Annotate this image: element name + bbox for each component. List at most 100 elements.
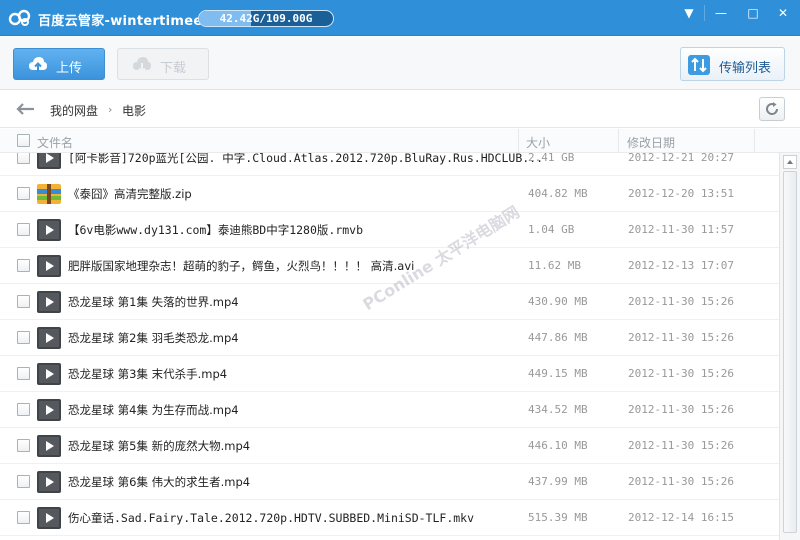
file-checkbox[interactable] bbox=[17, 367, 30, 380]
cloud-upload-icon bbox=[29, 57, 47, 72]
storage-quota-text: 42.42G/109.00G bbox=[219, 12, 313, 25]
file-size: 11.62 MB bbox=[528, 259, 581, 272]
scroll-up-button[interactable] bbox=[783, 155, 797, 169]
file-size: 446.10 MB bbox=[528, 439, 588, 452]
file-row[interactable]: 恐龙星球 第3集 末代杀手.mp4 449.15 MB 2012-11-30 15:… bbox=[0, 356, 779, 392]
file-name[interactable]: 恐龙星球 第2集 羽毛类恐龙.mp4 bbox=[68, 330, 239, 346]
header-divider[interactable] bbox=[754, 129, 755, 153]
video-icon bbox=[37, 153, 61, 169]
file-checkbox[interactable] bbox=[17, 295, 30, 308]
file-size: 447.86 MB bbox=[528, 331, 588, 344]
breadcrumb-current[interactable]: 电影 bbox=[122, 102, 146, 119]
cloud-download-icon bbox=[133, 57, 151, 73]
title-bar: 百度云管家-wintertimee 42.42G/109.00G ▼ — □ ✕ bbox=[0, 0, 800, 36]
breadcrumb-root[interactable]: 我的网盘 bbox=[50, 102, 98, 119]
chevron-up-icon bbox=[787, 160, 793, 164]
toolbar: 上传 下载 传输列表 bbox=[0, 37, 800, 90]
transfer-list-button[interactable]: 传输列表 bbox=[680, 47, 785, 81]
file-checkbox[interactable] bbox=[17, 403, 30, 416]
header-date[interactable]: 修改日期 bbox=[627, 134, 675, 151]
file-row[interactable]: 《泰囧》高清完整版.zip 404.82 MB 2012-12-20 13:51 bbox=[0, 176, 779, 212]
title-divider bbox=[704, 5, 705, 21]
file-row[interactable]: [阿卡影音]720p蓝光[公园. 中字.Cloud.Atlas.2012.720… bbox=[0, 153, 779, 176]
file-date: 2012-12-21 20:27 bbox=[628, 153, 734, 164]
file-name[interactable]: 恐龙星球 第6集 伟大的求生者.mp4 bbox=[68, 474, 250, 490]
back-arrow-icon[interactable] bbox=[16, 102, 36, 116]
file-name[interactable]: 伤心童话.Sad.Fairy.Tale.2012.720p.HDTV.SUBBE… bbox=[68, 510, 474, 526]
file-name[interactable]: 恐龙星球 第5集 新的庞然大物.mp4 bbox=[68, 438, 250, 454]
file-row[interactable]: 恐龙星球 第2集 羽毛类恐龙.mp4 447.86 MB 2012-11-30 15… bbox=[0, 320, 779, 356]
file-name[interactable]: 恐龙星球 第3集 末代杀手.mp4 bbox=[68, 366, 227, 382]
header-divider[interactable] bbox=[618, 129, 619, 153]
file-date: 2012-12-14 16:15 bbox=[628, 511, 734, 524]
file-checkbox[interactable] bbox=[17, 187, 30, 200]
file-row[interactable]: 恐龙星球 第4集 为生存而战.mp4 434.52 MB 2012-11-30 15… bbox=[0, 392, 779, 428]
file-name[interactable]: 恐龙星球 第4集 为生存而战.mp4 bbox=[68, 402, 239, 418]
transfer-arrows-icon bbox=[688, 55, 710, 75]
file-size: 1.04 GB bbox=[528, 223, 575, 236]
file-size: 515.39 MB bbox=[528, 511, 588, 524]
upload-button[interactable]: 上传 bbox=[13, 48, 105, 80]
file-size: 434.52 MB bbox=[528, 403, 588, 416]
video-icon bbox=[37, 435, 61, 457]
file-date: 2012-11-30 15:26 bbox=[628, 439, 734, 452]
file-date: 2012-11-30 15:26 bbox=[628, 475, 734, 488]
close-button[interactable]: ✕ bbox=[768, 2, 798, 24]
upload-label: 上传 bbox=[56, 61, 83, 76]
refresh-icon bbox=[766, 102, 779, 115]
header-filename[interactable]: 文件名 bbox=[37, 134, 73, 151]
file-size: 449.15 MB bbox=[528, 367, 588, 380]
file-size: 430.90 MB bbox=[528, 295, 588, 308]
menu-dropdown-button[interactable]: ▼ bbox=[674, 2, 704, 24]
file-checkbox[interactable] bbox=[17, 223, 30, 236]
video-icon bbox=[37, 363, 61, 385]
file-row[interactable]: 伤心童话.Sad.Fairy.Tale.2012.720p.HDTV.SUBBE… bbox=[0, 500, 779, 536]
storage-quota-bar: 42.42G/109.00G bbox=[198, 10, 334, 27]
file-name[interactable]: 恐龙星球 第1集 失落的世界.mp4 bbox=[68, 294, 239, 310]
vertical-scrollbar[interactable] bbox=[779, 153, 800, 540]
file-date: 2012-11-30 15:26 bbox=[628, 295, 734, 308]
file-date: 2012-11-30 15:26 bbox=[628, 331, 734, 344]
file-checkbox[interactable] bbox=[17, 511, 30, 524]
file-date: 2012-12-20 13:51 bbox=[628, 187, 734, 200]
file-checkbox[interactable] bbox=[17, 331, 30, 344]
select-all-checkbox[interactable] bbox=[17, 134, 30, 147]
file-date: 2012-11-30 15:26 bbox=[628, 367, 734, 380]
file-checkbox[interactable] bbox=[17, 439, 30, 452]
file-name[interactable]: 【6v电影www.dy131.com】泰迪熊BD中字1280版.rmvb bbox=[68, 222, 363, 238]
breadcrumb-separator: › bbox=[108, 103, 113, 116]
file-size: 2.41 GB bbox=[528, 153, 575, 164]
file-date: 2012-11-30 11:57 bbox=[628, 223, 734, 236]
download-label: 下载 bbox=[160, 61, 187, 76]
video-icon bbox=[37, 255, 61, 277]
video-icon bbox=[37, 399, 61, 421]
app-title: 百度云管家-wintertimee bbox=[38, 14, 203, 29]
file-name[interactable]: 肥胖版国家地理杂志！超萌的豹子，鳄鱼，火烈鸟！！！！ 高清.avi bbox=[68, 258, 414, 274]
file-row[interactable]: 【6v电影www.dy131.com】泰迪熊BD中字1280版.rmvb 1.04… bbox=[0, 212, 779, 248]
file-row[interactable]: 恐龙星球 第1集 失落的世界.mp4 430.90 MB 2012-11-30 15… bbox=[0, 284, 779, 320]
header-divider[interactable] bbox=[518, 129, 519, 153]
download-button[interactable]: 下载 bbox=[117, 48, 209, 80]
maximize-button[interactable]: □ bbox=[738, 2, 768, 24]
video-icon bbox=[37, 291, 61, 313]
file-row[interactable]: 肥胖版国家地理杂志！超萌的豹子，鳄鱼，火烈鸟！！！！ 高清.avi 11.62 M… bbox=[0, 248, 779, 284]
refresh-button[interactable] bbox=[759, 97, 785, 121]
file-name[interactable]: [阿卡影音]720p蓝光[公园. 中字.Cloud.Atlas.2012.720… bbox=[68, 153, 543, 166]
file-checkbox[interactable] bbox=[17, 259, 30, 272]
file-list: [阿卡影音]720p蓝光[公园. 中字.Cloud.Atlas.2012.720… bbox=[0, 153, 779, 540]
file-list-header: 文件名 大小 修改日期 bbox=[0, 129, 800, 153]
file-row[interactable]: 恐龙星球 第5集 新的庞然大物.mp4 446.10 MB 2012-11-30 1… bbox=[0, 428, 779, 464]
video-icon bbox=[37, 219, 61, 241]
file-checkbox[interactable] bbox=[17, 475, 30, 488]
video-icon bbox=[37, 471, 61, 493]
header-size[interactable]: 大小 bbox=[526, 134, 550, 151]
file-checkbox[interactable] bbox=[17, 153, 30, 164]
file-date: 2012-11-30 15:26 bbox=[628, 403, 734, 416]
minimize-button[interactable]: — bbox=[706, 2, 736, 24]
file-name[interactable]: 《泰囧》高清完整版.zip bbox=[68, 186, 192, 202]
scrollbar-thumb[interactable] bbox=[783, 171, 797, 533]
archive-icon bbox=[37, 184, 61, 204]
transfer-list-label: 传输列表 bbox=[719, 61, 772, 76]
breadcrumb: 我的网盘 › 电影 bbox=[0, 91, 800, 128]
file-row[interactable]: 恐龙星球 第6集 伟大的求生者.mp4 437.99 MB 2012-11-30 1… bbox=[0, 464, 779, 500]
